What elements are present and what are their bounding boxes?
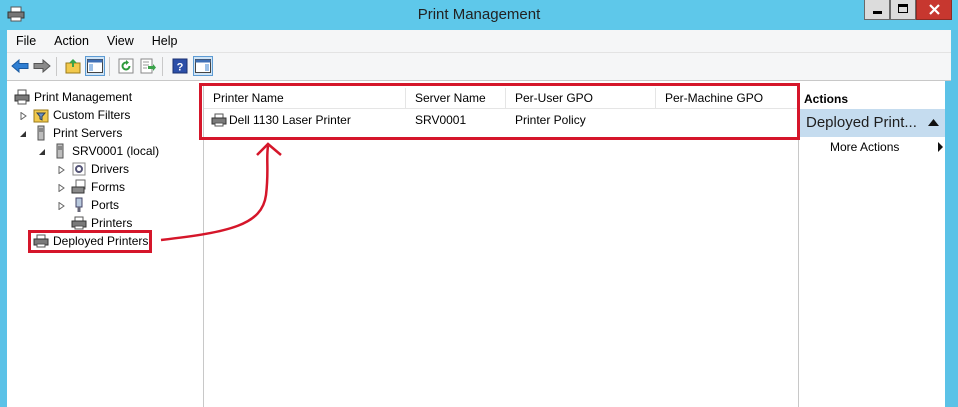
more-actions-item[interactable]: More Actions (830, 140, 899, 154)
minimize-button[interactable] (864, 0, 890, 20)
collapse-up-icon (928, 119, 939, 126)
show-hide-action-pane-button[interactable] (193, 56, 213, 76)
tree-item-drivers[interactable]: Drivers (71, 160, 129, 178)
expand-icon[interactable] (19, 112, 27, 120)
printer-management-icon (14, 89, 30, 105)
tree-item-custom-filters[interactable]: Custom Filters (33, 106, 130, 124)
close-button[interactable] (916, 0, 952, 20)
collapse-icon[interactable] (19, 130, 27, 138)
tree-item-forms[interactable]: Forms (71, 178, 125, 196)
console-tree-icon (87, 59, 103, 73)
export-list-button[interactable] (138, 56, 158, 76)
tree-label: Print Servers (53, 126, 123, 140)
menu-bar: File Action View Help (7, 30, 951, 53)
right-edge-strip (945, 81, 951, 407)
collapse-icon[interactable] (38, 148, 46, 156)
menu-help[interactable]: Help (143, 30, 187, 52)
toolbar-separator (162, 57, 163, 76)
window-title: Print Management (417, 6, 541, 23)
title-bar: Print Management (0, 0, 958, 30)
tree-item-print-servers[interactable]: Print Servers (33, 124, 122, 142)
server-icon (37, 125, 45, 141)
expand-icon[interactable] (57, 202, 65, 210)
ports-icon (75, 197, 83, 212)
help-button[interactable]: ? (170, 56, 190, 76)
actions-group-label: Deployed Print... (806, 114, 917, 131)
tree-label: Custom Filters (53, 108, 131, 122)
folder-up-icon (65, 59, 81, 74)
menu-view[interactable]: View (98, 30, 143, 52)
highlight-box-printer-list (199, 83, 800, 140)
tree-label: SRV0001 (local) (72, 144, 160, 158)
back-button[interactable] (10, 56, 30, 76)
expand-icon[interactable] (57, 166, 65, 174)
forms-icon (71, 179, 86, 194)
more-actions-label: More Actions (830, 140, 900, 154)
export-list-icon (140, 58, 156, 74)
printer-icon (71, 216, 87, 230)
submenu-arrow-icon (938, 142, 943, 152)
drivers-icon (72, 162, 86, 176)
menu-file[interactable]: File (7, 30, 45, 52)
toolbar-separator (109, 57, 110, 76)
tree-item-print-management[interactable]: Print Management (14, 88, 132, 106)
window-controls (864, 0, 952, 20)
expand-icon[interactable] (57, 184, 65, 192)
maximize-button[interactable] (890, 0, 916, 20)
toolbar-separator (56, 57, 57, 76)
forward-arrow-icon (33, 59, 51, 73)
close-icon (929, 4, 940, 15)
maximize-icon (898, 4, 908, 13)
actions-group-header[interactable]: Deployed Print... (799, 109, 945, 137)
custom-filters-icon (33, 109, 49, 123)
tree-label: Printers (91, 216, 133, 230)
actions-pane: Actions Deployed Print... More Actions (799, 86, 951, 407)
refresh-button[interactable] (116, 56, 136, 76)
help-icon: ? (172, 58, 188, 74)
tree-item-server-srv0001[interactable]: SRV0001 (local) (52, 142, 159, 160)
tree-label: Forms (91, 180, 125, 194)
server-icon (56, 143, 64, 159)
back-arrow-icon (11, 59, 29, 73)
show-hide-console-tree-button[interactable] (85, 56, 105, 76)
svg-text:?: ? (177, 62, 184, 74)
menu-action[interactable]: Action (45, 30, 98, 52)
minimize-icon (873, 11, 882, 14)
toolbar: ? (7, 53, 951, 81)
highlight-box-deployed-printers (28, 230, 152, 253)
tree-label: Drivers (91, 162, 129, 176)
tree-item-ports[interactable]: Ports (71, 196, 119, 214)
actions-title: Actions (804, 92, 849, 106)
forward-button[interactable] (32, 56, 52, 76)
refresh-icon (118, 58, 134, 74)
tree-label: Ports (91, 198, 120, 212)
tree-label: Print Management (34, 90, 133, 104)
up-one-level-button[interactable] (63, 56, 83, 76)
action-pane-icon (195, 59, 211, 73)
